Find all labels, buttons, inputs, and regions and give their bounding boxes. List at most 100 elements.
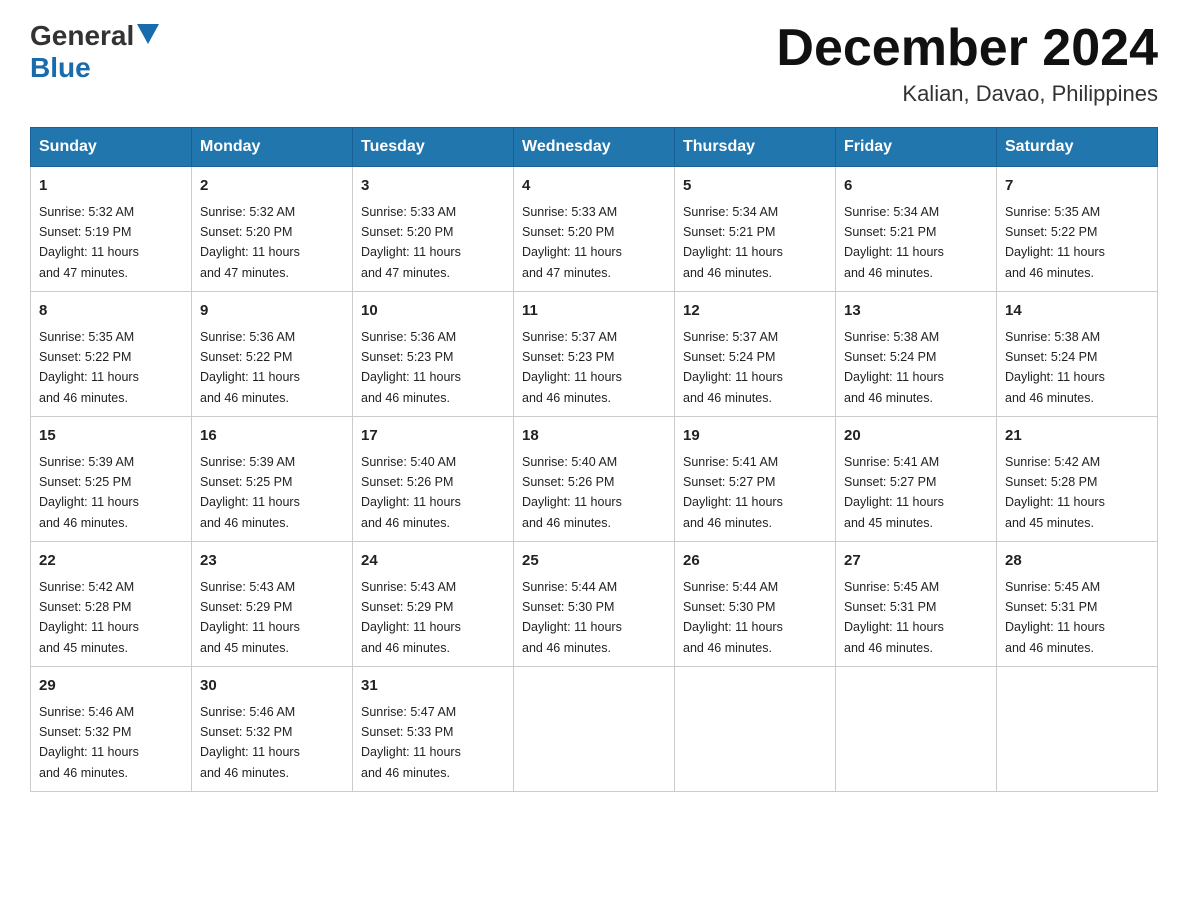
day-number: 8	[39, 300, 183, 323]
calendar-cell	[514, 667, 675, 792]
calendar-cell	[836, 667, 997, 792]
day-info: Sunrise: 5:47 AMSunset: 5:33 PMDaylight:…	[361, 705, 461, 780]
calendar-cell: 5 Sunrise: 5:34 AMSunset: 5:21 PMDayligh…	[675, 167, 836, 292]
title-section: December 2024 Kalian, Davao, Philippines	[776, 20, 1158, 107]
calendar-cell	[997, 667, 1158, 792]
calendar-cell: 19 Sunrise: 5:41 AMSunset: 5:27 PMDaylig…	[675, 417, 836, 542]
day-info: Sunrise: 5:37 AMSunset: 5:24 PMDaylight:…	[683, 330, 783, 405]
calendar-cell: 15 Sunrise: 5:39 AMSunset: 5:25 PMDaylig…	[31, 417, 192, 542]
day-info: Sunrise: 5:45 AMSunset: 5:31 PMDaylight:…	[844, 580, 944, 655]
day-number: 29	[39, 675, 183, 698]
calendar-cell: 6 Sunrise: 5:34 AMSunset: 5:21 PMDayligh…	[836, 167, 997, 292]
day-number: 20	[844, 425, 988, 448]
calendar-week-row: 29 Sunrise: 5:46 AMSunset: 5:32 PMDaylig…	[31, 667, 1158, 792]
calendar-cell: 11 Sunrise: 5:37 AMSunset: 5:23 PMDaylig…	[514, 292, 675, 417]
day-info: Sunrise: 5:42 AMSunset: 5:28 PMDaylight:…	[1005, 455, 1105, 530]
calendar-cell: 12 Sunrise: 5:37 AMSunset: 5:24 PMDaylig…	[675, 292, 836, 417]
weekday-header-monday: Monday	[192, 128, 353, 167]
calendar-cell: 21 Sunrise: 5:42 AMSunset: 5:28 PMDaylig…	[997, 417, 1158, 542]
weekday-header-wednesday: Wednesday	[514, 128, 675, 167]
logo: General Blue	[30, 20, 159, 84]
day-number: 17	[361, 425, 505, 448]
calendar-cell: 23 Sunrise: 5:43 AMSunset: 5:29 PMDaylig…	[192, 542, 353, 667]
day-info: Sunrise: 5:46 AMSunset: 5:32 PMDaylight:…	[200, 705, 300, 780]
page-header: General Blue December 2024 Kalian, Davao…	[30, 20, 1158, 107]
day-info: Sunrise: 5:39 AMSunset: 5:25 PMDaylight:…	[39, 455, 139, 530]
day-info: Sunrise: 5:38 AMSunset: 5:24 PMDaylight:…	[1005, 330, 1105, 405]
day-number: 10	[361, 300, 505, 323]
day-info: Sunrise: 5:35 AMSunset: 5:22 PMDaylight:…	[1005, 205, 1105, 280]
day-info: Sunrise: 5:34 AMSunset: 5:21 PMDaylight:…	[844, 205, 944, 280]
calendar-cell: 7 Sunrise: 5:35 AMSunset: 5:22 PMDayligh…	[997, 167, 1158, 292]
day-number: 27	[844, 550, 988, 573]
day-number: 7	[1005, 175, 1149, 198]
calendar-cell: 2 Sunrise: 5:32 AMSunset: 5:20 PMDayligh…	[192, 167, 353, 292]
day-number: 24	[361, 550, 505, 573]
weekday-header-friday: Friday	[836, 128, 997, 167]
day-info: Sunrise: 5:36 AMSunset: 5:23 PMDaylight:…	[361, 330, 461, 405]
day-info: Sunrise: 5:40 AMSunset: 5:26 PMDaylight:…	[361, 455, 461, 530]
calendar-cell: 4 Sunrise: 5:33 AMSunset: 5:20 PMDayligh…	[514, 167, 675, 292]
day-info: Sunrise: 5:40 AMSunset: 5:26 PMDaylight:…	[522, 455, 622, 530]
day-number: 9	[200, 300, 344, 323]
location-subtitle: Kalian, Davao, Philippines	[776, 81, 1158, 107]
day-number: 15	[39, 425, 183, 448]
calendar-cell: 10 Sunrise: 5:36 AMSunset: 5:23 PMDaylig…	[353, 292, 514, 417]
day-number: 19	[683, 425, 827, 448]
day-info: Sunrise: 5:46 AMSunset: 5:32 PMDaylight:…	[39, 705, 139, 780]
logo-blue: Blue	[30, 52, 91, 83]
weekday-header-sunday: Sunday	[31, 128, 192, 167]
calendar-cell: 25 Sunrise: 5:44 AMSunset: 5:30 PMDaylig…	[514, 542, 675, 667]
day-number: 6	[844, 175, 988, 198]
day-info: Sunrise: 5:43 AMSunset: 5:29 PMDaylight:…	[200, 580, 300, 655]
weekday-header-saturday: Saturday	[997, 128, 1158, 167]
day-info: Sunrise: 5:44 AMSunset: 5:30 PMDaylight:…	[683, 580, 783, 655]
day-number: 30	[200, 675, 344, 698]
calendar-cell: 29 Sunrise: 5:46 AMSunset: 5:32 PMDaylig…	[31, 667, 192, 792]
day-number: 25	[522, 550, 666, 573]
day-number: 3	[361, 175, 505, 198]
month-year-title: December 2024	[776, 20, 1158, 77]
calendar-table: SundayMondayTuesdayWednesdayThursdayFrid…	[30, 127, 1158, 792]
calendar-cell: 3 Sunrise: 5:33 AMSunset: 5:20 PMDayligh…	[353, 167, 514, 292]
day-info: Sunrise: 5:42 AMSunset: 5:28 PMDaylight:…	[39, 580, 139, 655]
weekday-header-tuesday: Tuesday	[353, 128, 514, 167]
calendar-header-row: SundayMondayTuesdayWednesdayThursdayFrid…	[31, 128, 1158, 167]
calendar-cell: 24 Sunrise: 5:43 AMSunset: 5:29 PMDaylig…	[353, 542, 514, 667]
day-number: 16	[200, 425, 344, 448]
day-info: Sunrise: 5:32 AMSunset: 5:20 PMDaylight:…	[200, 205, 300, 280]
calendar-week-row: 1 Sunrise: 5:32 AMSunset: 5:19 PMDayligh…	[31, 167, 1158, 292]
day-number: 22	[39, 550, 183, 573]
calendar-cell: 9 Sunrise: 5:36 AMSunset: 5:22 PMDayligh…	[192, 292, 353, 417]
day-info: Sunrise: 5:44 AMSunset: 5:30 PMDaylight:…	[522, 580, 622, 655]
day-number: 11	[522, 300, 666, 323]
day-number: 28	[1005, 550, 1149, 573]
day-info: Sunrise: 5:33 AMSunset: 5:20 PMDaylight:…	[522, 205, 622, 280]
weekday-header-thursday: Thursday	[675, 128, 836, 167]
calendar-cell: 16 Sunrise: 5:39 AMSunset: 5:25 PMDaylig…	[192, 417, 353, 542]
calendar-cell: 22 Sunrise: 5:42 AMSunset: 5:28 PMDaylig…	[31, 542, 192, 667]
day-number: 5	[683, 175, 827, 198]
day-info: Sunrise: 5:43 AMSunset: 5:29 PMDaylight:…	[361, 580, 461, 655]
calendar-cell: 8 Sunrise: 5:35 AMSunset: 5:22 PMDayligh…	[31, 292, 192, 417]
day-info: Sunrise: 5:41 AMSunset: 5:27 PMDaylight:…	[683, 455, 783, 530]
day-info: Sunrise: 5:34 AMSunset: 5:21 PMDaylight:…	[683, 205, 783, 280]
calendar-cell: 31 Sunrise: 5:47 AMSunset: 5:33 PMDaylig…	[353, 667, 514, 792]
calendar-week-row: 8 Sunrise: 5:35 AMSunset: 5:22 PMDayligh…	[31, 292, 1158, 417]
day-number: 2	[200, 175, 344, 198]
calendar-cell: 28 Sunrise: 5:45 AMSunset: 5:31 PMDaylig…	[997, 542, 1158, 667]
calendar-cell: 26 Sunrise: 5:44 AMSunset: 5:30 PMDaylig…	[675, 542, 836, 667]
day-number: 4	[522, 175, 666, 198]
calendar-week-row: 22 Sunrise: 5:42 AMSunset: 5:28 PMDaylig…	[31, 542, 1158, 667]
day-number: 23	[200, 550, 344, 573]
day-info: Sunrise: 5:36 AMSunset: 5:22 PMDaylight:…	[200, 330, 300, 405]
day-info: Sunrise: 5:32 AMSunset: 5:19 PMDaylight:…	[39, 205, 139, 280]
day-info: Sunrise: 5:37 AMSunset: 5:23 PMDaylight:…	[522, 330, 622, 405]
day-info: Sunrise: 5:33 AMSunset: 5:20 PMDaylight:…	[361, 205, 461, 280]
day-number: 31	[361, 675, 505, 698]
calendar-week-row: 15 Sunrise: 5:39 AMSunset: 5:25 PMDaylig…	[31, 417, 1158, 542]
calendar-cell: 20 Sunrise: 5:41 AMSunset: 5:27 PMDaylig…	[836, 417, 997, 542]
day-info: Sunrise: 5:39 AMSunset: 5:25 PMDaylight:…	[200, 455, 300, 530]
day-info: Sunrise: 5:35 AMSunset: 5:22 PMDaylight:…	[39, 330, 139, 405]
calendar-cell: 14 Sunrise: 5:38 AMSunset: 5:24 PMDaylig…	[997, 292, 1158, 417]
